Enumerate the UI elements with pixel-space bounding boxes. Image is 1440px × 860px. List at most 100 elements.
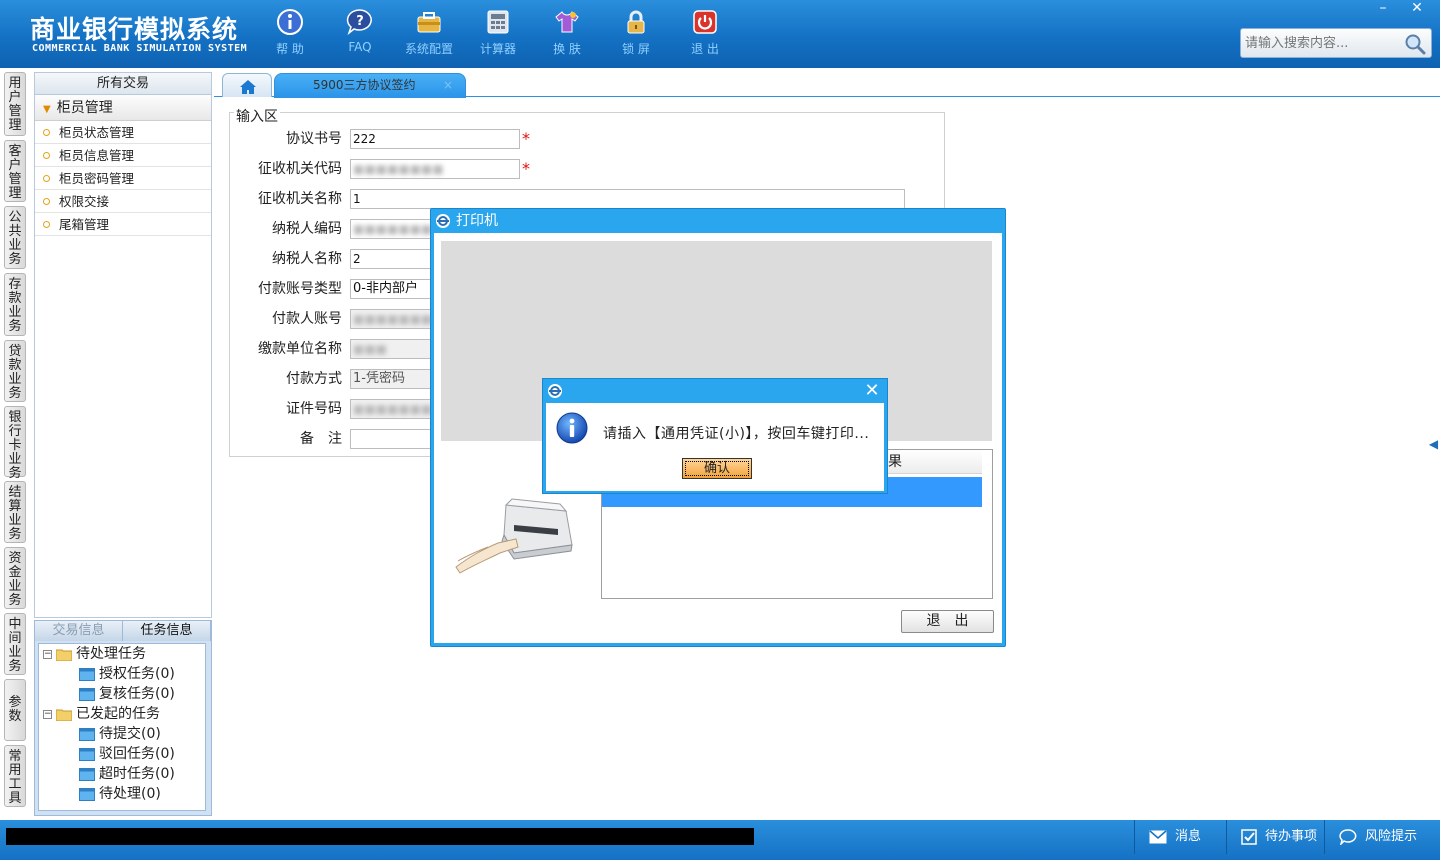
message-titlebar[interactable]: ✕: [543, 379, 887, 403]
field-label: 备 注: [300, 431, 342, 447]
search-icon[interactable]: [1403, 32, 1427, 56]
task-icon: [79, 727, 95, 741]
module-tabs: 用户管理 客户管理 公共业务 存款业务 贷款业务 银行卡业务 结算业务 资金业务…: [0, 68, 32, 820]
collapse-icon[interactable]: −: [43, 649, 52, 659]
vtab-user-management[interactable]: 用户管理: [4, 72, 26, 136]
printer-exit-button[interactable]: 退出: [901, 610, 994, 633]
taxpayer-name-input[interactable]: 2: [350, 249, 440, 269]
skin-button[interactable]: 换 肤: [535, 8, 599, 62]
vtab-loan-business[interactable]: 贷款业务: [4, 340, 26, 402]
agreement-no-input[interactable]: 222: [350, 129, 520, 149]
search-box: [1240, 28, 1432, 58]
help-label: 帮 助: [276, 42, 304, 56]
tab-5900-agreement[interactable]: 5900三方协议签约 ×: [274, 73, 466, 98]
vtab-customer-management[interactable]: 客户管理: [4, 140, 26, 202]
exit-button[interactable]: 退 出: [673, 8, 737, 62]
skin-label: 换 肤: [553, 42, 581, 56]
help-button[interactable]: 帮 助: [258, 8, 322, 62]
menu-group-label: 柜员管理: [56, 100, 113, 116]
field-label: 证件号码: [286, 401, 342, 417]
menu-item-teller-status[interactable]: 柜员状态管理: [35, 121, 211, 144]
payment-account-type-select[interactable]: 0-非内部户: [350, 279, 440, 299]
remark-input[interactable]: [350, 429, 440, 449]
risk-alert-button[interactable]: 风险提示: [1324, 820, 1440, 854]
task-icon: [79, 787, 95, 801]
vtab-deposit-business[interactable]: 存款业务: [4, 273, 26, 336]
payer-unit-name-input[interactable]: ■■■: [350, 339, 440, 359]
menu-item-cash-box[interactable]: 尾箱管理: [35, 213, 211, 236]
id-number-input[interactable]: ■■■■■■■■: [350, 399, 440, 419]
system-config-label: 系统配置: [404, 42, 453, 56]
field-label: 纳税人名称: [272, 251, 342, 267]
required-mark: *: [522, 129, 530, 148]
menu-item-label: 柜员信息管理: [59, 148, 135, 163]
app-header: 商业银行模拟系统 COMMERCIAL BANK SIMULATION SYST…: [0, 0, 1440, 68]
task-tabs: 交易信息 任务信息: [35, 621, 211, 641]
taxpayer-code-input[interactable]: ■■■■■■■■: [350, 219, 440, 239]
transaction-menu: 所有交易 ▼ 柜员管理 柜员状态管理 柜员信息管理 柜员密码管理 权限交接 尾箱管…: [34, 72, 212, 618]
calculator-icon: [487, 10, 509, 34]
tree-node-timeout[interactable]: 超时任务(0): [79, 764, 175, 784]
printer-titlebar[interactable]: 打印机: [431, 209, 1005, 233]
app-small-icon: [548, 384, 562, 398]
tab-task-info[interactable]: 任务信息: [123, 621, 211, 641]
close-dialog-icon[interactable]: ✕: [862, 381, 882, 401]
app-subtitle: COMMERCIAL BANK SIMULATION SYSTEM: [32, 43, 248, 54]
vtab-common-tools[interactable]: 常用工具: [4, 745, 26, 807]
status-bar: 消息 待办事项 风险提示: [0, 820, 1440, 860]
home-icon: [240, 80, 256, 94]
menu-title: 所有交易: [35, 73, 211, 95]
faq-label: FAQ: [348, 40, 372, 54]
tree-node-authorize[interactable]: 授权任务(0): [79, 664, 175, 684]
vtab-parameters[interactable]: 参数: [4, 679, 26, 741]
messages-button[interactable]: 消息: [1134, 820, 1226, 854]
menu-item-permission-handover[interactable]: 权限交接: [35, 190, 211, 213]
field-label: 付款人账号: [272, 311, 342, 327]
vtab-fund-business[interactable]: 资金业务: [4, 547, 26, 609]
menu-item-teller-info[interactable]: 柜员信息管理: [35, 144, 211, 167]
calculator-button[interactable]: 计算器: [466, 8, 530, 62]
search-input[interactable]: [1243, 31, 1405, 55]
payment-method-input[interactable]: 1-凭密码: [350, 369, 440, 389]
tab-home[interactable]: [222, 73, 272, 97]
tax-authority-code-input[interactable]: ■■■■■■■■: [350, 159, 520, 179]
help-icon: [277, 9, 303, 35]
collapse-icon[interactable]: −: [43, 709, 52, 719]
todo-button[interactable]: 待办事项: [1226, 820, 1324, 854]
collapse-panel-icon[interactable]: ◀: [1427, 422, 1440, 466]
lock-button[interactable]: 锁 屏: [604, 8, 668, 62]
system-config-button[interactable]: 系统配置: [397, 8, 461, 62]
confirm-button[interactable]: 确认: [682, 458, 752, 479]
field-label: 征收机关代码: [258, 161, 342, 177]
vtab-bank-card-business[interactable]: 银行卡业务: [4, 406, 26, 481]
tab-trade-info[interactable]: 交易信息: [35, 621, 123, 641]
field-label: 征收机关名称: [258, 191, 342, 207]
info-icon: [556, 412, 588, 444]
required-mark: *: [522, 159, 530, 178]
vtab-intermediary-business[interactable]: 中间业务: [4, 613, 26, 675]
tree-node-review[interactable]: 复核任务(0): [79, 684, 175, 704]
close-tab-icon[interactable]: ×: [443, 74, 453, 96]
tree-node-pending[interactable]: − 待处理任务: [43, 644, 146, 664]
app-small-icon: [436, 214, 450, 228]
bullet-icon: [43, 221, 50, 228]
minimize-button[interactable]: –: [1366, 0, 1400, 18]
tree-label: 待提交(0): [99, 726, 161, 742]
faq-button[interactable]: ? FAQ: [328, 8, 392, 62]
menu-item-label: 柜员状态管理: [59, 125, 135, 140]
vtab-public-business[interactable]: 公共业务: [4, 206, 26, 269]
tree-node-rejected[interactable]: 驳回任务(0): [79, 744, 175, 764]
close-window-button[interactable]: ✕: [1400, 0, 1434, 18]
menu-item-teller-password[interactable]: 柜员密码管理: [35, 167, 211, 190]
task-panel: 交易信息 任务信息 − 待处理任务 授权任务(0) 复核任务(0) − 已发起的任务…: [34, 620, 212, 816]
tree-node-to-process[interactable]: 待处理(0): [79, 784, 161, 804]
vtab-settlement-business[interactable]: 结算业务: [4, 481, 26, 543]
task-icon: [79, 687, 95, 701]
tree-node-to-submit[interactable]: 待提交(0): [79, 724, 161, 744]
tax-authority-name-input[interactable]: 1: [350, 189, 905, 209]
exit-label: 退 出: [691, 42, 719, 56]
payer-account-input[interactable]: ■■■■■■■■: [350, 309, 440, 329]
menu-group-teller-management[interactable]: ▼ 柜员管理: [35, 95, 211, 121]
tree-node-initiated[interactable]: − 已发起的任务: [43, 704, 160, 724]
task-tree: − 待处理任务 授权任务(0) 复核任务(0) − 已发起的任务 待提交(0) 驳回…: [38, 643, 206, 811]
